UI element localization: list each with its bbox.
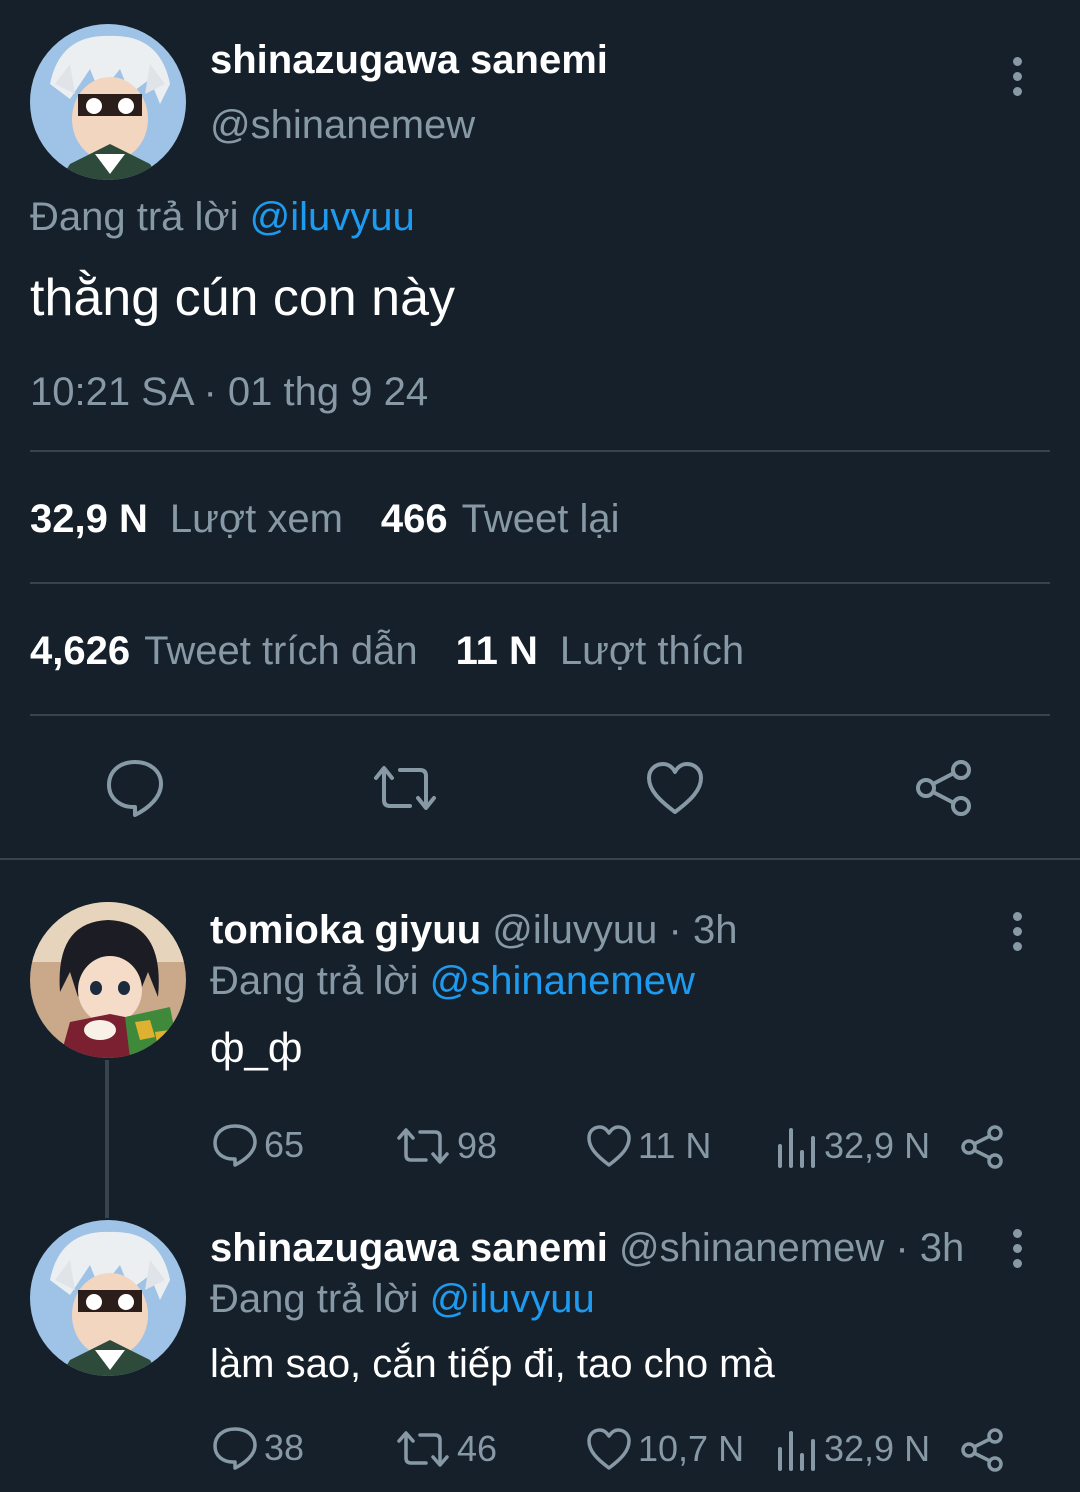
retweet-action[interactable]: 46 (395, 1427, 497, 1471)
replying-to-link[interactable]: @iluvyuu (250, 195, 415, 239)
reply-count: 65 (264, 1124, 305, 1165)
reply-header: shinazugawa sanemi @shinanemew · 3h (210, 1226, 964, 1271)
divider (30, 714, 1050, 716)
like-count: 11 N (638, 1125, 712, 1166)
quotes-label[interactable]: Tweet trích dẫn (144, 629, 417, 674)
reply-text: ф_ф (210, 1024, 303, 1071)
avatar-image (30, 1220, 186, 1376)
reply-display-name[interactable]: tomioka giyuu (210, 908, 481, 952)
quotes-count[interactable]: 4,626 (30, 629, 130, 674)
retweet-action[interactable]: 98 (395, 1124, 497, 1168)
like-icon (587, 1125, 631, 1167)
replying-to-label: Đang trả lời (210, 959, 419, 1003)
views-action[interactable]: 32,9 N (776, 1124, 930, 1168)
avatar-sanemi[interactable] (30, 1220, 186, 1376)
reply-action[interactable]: 65 (212, 1122, 304, 1168)
avatar-giyuu[interactable] (30, 902, 186, 1058)
tweet-timestamp[interactable]: 10:21 SA · 01 thg 9 24 (30, 370, 428, 415)
reply-time[interactable]: · 3h (669, 908, 738, 952)
like-icon (587, 1428, 631, 1470)
retweets-count[interactable]: 466 (381, 497, 448, 542)
retweets-label[interactable]: Tweet lại (462, 497, 620, 542)
views-label: Lượt xem (169, 497, 343, 541)
retweet-count: 98 (457, 1125, 498, 1166)
retweet-count: 46 (457, 1428, 498, 1469)
more-options-icon[interactable] (1011, 1229, 1023, 1268)
reply-icon (213, 1124, 257, 1167)
analytics-icon (778, 1431, 815, 1471)
likes-count[interactable]: 11 N (456, 629, 538, 674)
avatar-image (30, 902, 186, 1058)
reply-icon[interactable] (104, 758, 166, 818)
author-display-name[interactable]: shinazugawa sanemi (210, 38, 608, 83)
share-icon[interactable] (960, 1124, 1006, 1170)
replying-to-link[interactable]: @iluvyuu (430, 1277, 595, 1321)
replying-to: Đang trả lời @iluvyuu (210, 1277, 595, 1322)
like-count: 10,7 N (638, 1428, 745, 1469)
reply-text: làm sao, cắn tiếp đi, tao cho mà (210, 1342, 775, 1386)
like-action[interactable]: 10,7 N (586, 1427, 744, 1471)
reply-icon (213, 1427, 257, 1470)
section-divider (0, 858, 1080, 860)
views-count: 32,9 N (30, 497, 148, 541)
replying-to-label: Đang trả lời (30, 195, 239, 239)
retweet-icon (397, 1128, 449, 1164)
analytics-icon (778, 1128, 815, 1168)
more-options-icon[interactable] (1011, 57, 1023, 96)
reply-action[interactable]: 38 (212, 1425, 304, 1471)
likes-label[interactable]: Lượt thích (560, 629, 744, 674)
avatar-image (30, 24, 186, 180)
retweet-icon (397, 1431, 449, 1467)
replying-to: Đang trả lời @iluvyuu (30, 195, 415, 240)
views-count: 32,9 N (824, 1125, 931, 1166)
retweet-icon[interactable] (370, 760, 440, 816)
share-icon[interactable] (914, 758, 976, 818)
divider (30, 450, 1050, 452)
views-action[interactable]: 32,9 N (776, 1427, 930, 1471)
more-options-icon[interactable] (1011, 912, 1023, 951)
replying-to-label: Đang trả lời (210, 1277, 419, 1321)
thread-line (105, 1060, 109, 1218)
avatar-sanemi[interactable] (30, 24, 186, 180)
reply-display-name[interactable]: shinazugawa sanemi (210, 1226, 608, 1270)
author-handle[interactable]: @shinanemew (210, 103, 475, 148)
views-count: 32,9 N (824, 1428, 931, 1469)
replying-to: Đang trả lời @shinanemew (210, 959, 695, 1004)
reply-handle[interactable]: @iluvyuu (492, 908, 657, 952)
divider (30, 582, 1050, 584)
reply-count: 38 (264, 1427, 305, 1468)
reply-header: tomioka giyuu @iluvyuu · 3h (210, 908, 737, 953)
stats-row-2: 4,626 Tweet trích dẫn 11 N Lượt thích (30, 629, 744, 674)
stats-row-1: 32,9 N Lượt xem 466 Tweet lại (30, 497, 620, 542)
tweet-text: thằng cún con này (30, 269, 455, 327)
share-icon[interactable] (960, 1427, 1006, 1473)
replying-to-link[interactable]: @shinanemew (430, 959, 695, 1003)
reply-time[interactable]: · 3h (895, 1226, 964, 1270)
reply-handle[interactable]: @shinanemew (619, 1226, 884, 1270)
like-icon[interactable] (645, 760, 705, 816)
like-action[interactable]: 11 N (586, 1124, 711, 1168)
